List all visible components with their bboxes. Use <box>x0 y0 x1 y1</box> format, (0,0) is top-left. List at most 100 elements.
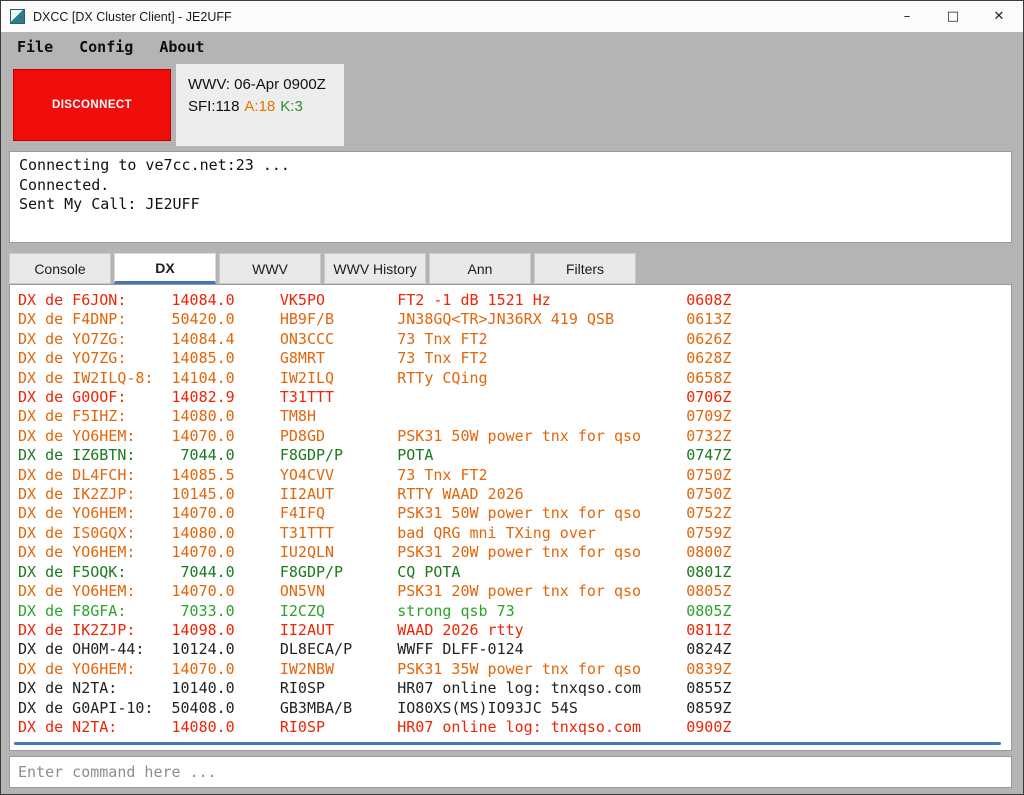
spot-frequency: 14085.5 <box>171 465 235 484</box>
spot-comment: WWFF DLFF-0124 <box>397 640 524 659</box>
app-icon <box>10 9 25 24</box>
spot-spotter: DX de YO6HEM: <box>18 543 136 562</box>
connection-log: Connecting to ve7cc.net:23 ... Connected.… <box>9 151 1012 243</box>
menu-item-about[interactable]: About <box>149 35 214 59</box>
disconnect-button[interactable]: DISCONNECT <box>13 69 171 141</box>
spot-callsign: IU2QLN <box>279 543 335 562</box>
spot-frequency: 14080.0 <box>171 523 235 542</box>
spot-time: 0752Z <box>686 504 732 523</box>
spot-time: 0613Z <box>686 310 732 329</box>
spot-time: 0900Z <box>686 717 732 736</box>
spot-time: 0839Z <box>686 659 732 678</box>
dx-spot-row[interactable]: DX de G0API-10: 50408.0 GB3MBA/B IO80XS(MS)… <box>18 699 1011 718</box>
dx-spot-row[interactable]: DX de YO7ZG: 14085.0 G8MRT 73 Tnx FT2 0628Z <box>18 349 1011 368</box>
tab-wwv-history[interactable]: WWV History <box>324 253 426 284</box>
spot-time: 0811Z <box>686 620 732 639</box>
tab-dx[interactable]: DX <box>114 253 216 284</box>
dx-spot-row[interactable]: DX de F5OQK: 7044.0 F8GDP/P CQ POTA 0801Z <box>18 563 1011 582</box>
spot-spotter: DX de OH0M-44: <box>18 640 145 659</box>
spot-frequency: 14070.0 <box>171 426 235 445</box>
spot-callsign: RI0SP <box>279 679 326 698</box>
spot-callsign: II2AUT <box>279 485 335 504</box>
spot-spotter: DX de IS0GQX: <box>18 523 136 542</box>
spot-time: 0824Z <box>686 640 732 659</box>
spot-comment: HR07 online log: tnxqso.com <box>397 679 642 698</box>
spot-callsign: F8GDP/P <box>279 562 344 581</box>
dx-spot-row[interactable]: DX de YO7ZG: 14084.4 ON3CCC 73 Tnx FT2 0626Z <box>18 330 1011 349</box>
tab-filters[interactable]: Filters <box>534 253 636 284</box>
spot-frequency: 14080.0 <box>171 407 235 426</box>
spot-time: 0801Z <box>686 562 732 581</box>
spot-time: 0750Z <box>686 485 732 504</box>
spot-frequency: 10140.0 <box>171 679 235 698</box>
spot-frequency: 14098.0 <box>171 620 235 639</box>
spot-frequency: 14070.0 <box>171 504 235 523</box>
spot-frequency: 14070.0 <box>171 582 235 601</box>
dx-spot-row[interactable]: DX de YO6HEM: 14070.0 IU2QLN PSK31 20W powe… <box>18 543 1011 562</box>
spot-comment: bad QRG mni TXing over <box>397 523 596 542</box>
k-index-value: K:3 <box>280 98 303 115</box>
minimize-button[interactable]: – <box>884 1 930 32</box>
dx-spot-row[interactable]: DX de YO6HEM: 14070.0 IW2NBW PSK31 35W powe… <box>18 660 1011 679</box>
dx-spot-list[interactable]: DX de F6JON: 14084.0 VK5PO FT2 -1 dB 1521 H… <box>9 284 1012 751</box>
tab-wwv[interactable]: WWV <box>219 253 321 284</box>
spot-time: 0658Z <box>686 368 732 387</box>
sfi-value: SFI:118 <box>188 98 240 115</box>
dx-spot-row[interactable]: DX de IW2ILQ-8: 14104.0 IW2ILQ RTTy CQing 06… <box>18 369 1011 388</box>
dx-spot-row[interactable]: DX de F4DNP: 50420.0 HB9F/B JN38GQ<TR>JN36R… <box>18 310 1011 329</box>
horizontal-scrollbar[interactable] <box>14 742 1001 745</box>
dx-spot-row[interactable]: DX de IZ6BTN: 7044.0 F8GDP/P POTA 0747Z <box>18 446 1011 465</box>
dx-spot-row[interactable]: DX de N2TA: 14080.0 RI0SP HR07 online log: … <box>18 718 1011 737</box>
dx-spot-row[interactable]: DX de G0OOF: 14082.9 T31TTT 0706Z <box>18 388 1011 407</box>
command-input[interactable] <box>9 756 1012 788</box>
maximize-button[interactable]: □ <box>930 1 976 32</box>
spot-time: 0805Z <box>686 601 732 620</box>
spot-spotter: DX de G0API-10: <box>18 698 154 717</box>
menu-item-config[interactable]: Config <box>69 35 143 59</box>
spot-comment: WAAD 2026 rtty <box>397 620 524 639</box>
menu-item-file[interactable]: File <box>7 35 63 59</box>
spot-spotter: DX de F4DNP: <box>18 310 127 329</box>
spot-comment <box>397 388 686 407</box>
spot-comment: PSK31 20W power tnx for qso <box>397 543 642 562</box>
spot-callsign: I2CZQ <box>279 601 326 620</box>
spot-comment: PSK31 35W power tnx for qso <box>397 659 642 678</box>
spot-spotter: DX de YO7ZG: <box>18 329 127 348</box>
spot-callsign: ON5VN <box>279 582 326 601</box>
spot-frequency: 14082.9 <box>171 388 235 407</box>
close-button[interactable]: ✕ <box>976 1 1022 32</box>
spot-spotter: DX de YO7ZG: <box>18 349 127 368</box>
dx-spot-row[interactable]: DX de F8GFA: 7033.0 I2CZQ strong qsb 73 0805… <box>18 602 1011 621</box>
dx-spot-row[interactable]: DX de N2TA: 10140.0 RI0SP HR07 online log: … <box>18 679 1011 698</box>
spot-time: 0759Z <box>686 523 732 542</box>
spot-callsign: VK5PO <box>279 291 326 309</box>
spot-spotter: DX de N2TA: <box>18 679 118 698</box>
spot-spotter: DX de F8GFA: <box>18 601 127 620</box>
dx-spot-row[interactable]: DX de F5IHZ: 14080.0 TM8H 0709Z <box>18 407 1011 426</box>
dx-spot-row[interactable]: DX de F6JON: 14084.0 VK5PO FT2 -1 dB 1521 H… <box>18 291 1011 310</box>
dx-spot-row[interactable]: DX de IK2ZJP: 10145.0 II2AUT RTTY WAAD 2026… <box>18 485 1011 504</box>
spot-time: 0732Z <box>686 426 732 445</box>
spot-frequency: 14080.0 <box>171 717 235 736</box>
window-title: DXCC [DX Cluster Client] - JE2UFF <box>33 9 232 24</box>
dx-spot-row[interactable]: DX de IS0GQX: 14080.0 T31TTT bad QRG mni TX… <box>18 524 1011 543</box>
dx-spot-row[interactable]: DX de DL4FCH: 14085.5 YO4CVV 73 Tnx FT2 0750… <box>18 466 1011 485</box>
spot-frequency: 14070.0 <box>171 543 235 562</box>
spot-spotter: DX de N2TA: <box>18 717 118 736</box>
spot-callsign: IW2NBW <box>279 659 335 678</box>
log-line: Sent My Call: JE2UFF <box>19 195 200 213</box>
dx-spot-row[interactable]: DX de YO6HEM: 14070.0 F4IFQ PSK31 50W power… <box>18 504 1011 523</box>
tab-console[interactable]: Console <box>9 253 111 284</box>
dx-spot-row[interactable]: DX de OH0M-44: 10124.0 DL8ECA/P WWFF DLFF-0… <box>18 640 1011 659</box>
dx-spot-row[interactable]: DX de IK2ZJP: 14098.0 II2AUT WAAD 2026 rtty… <box>18 621 1011 640</box>
spot-comment: POTA <box>397 446 434 465</box>
spot-frequency: 7044.0 <box>180 446 235 465</box>
tab-ann[interactable]: Ann <box>429 253 531 284</box>
dx-spot-row[interactable]: DX de YO6HEM: 14070.0 ON5VN PSK31 20W power… <box>18 582 1011 601</box>
wwv-indices: SFI:118 A:18 K:3 <box>188 96 332 118</box>
title-bar[interactable]: DXCC [DX Cluster Client] - JE2UFF – □ ✕ <box>1 1 1023 32</box>
dx-spot-row[interactable]: DX de YO6HEM: 14070.0 PD8GD PSK31 50W power… <box>18 427 1011 446</box>
spot-spotter: DX de G0OOF: <box>18 388 127 407</box>
spot-frequency: 7044.0 <box>180 562 235 581</box>
spot-callsign: F8GDP/P <box>279 446 344 465</box>
